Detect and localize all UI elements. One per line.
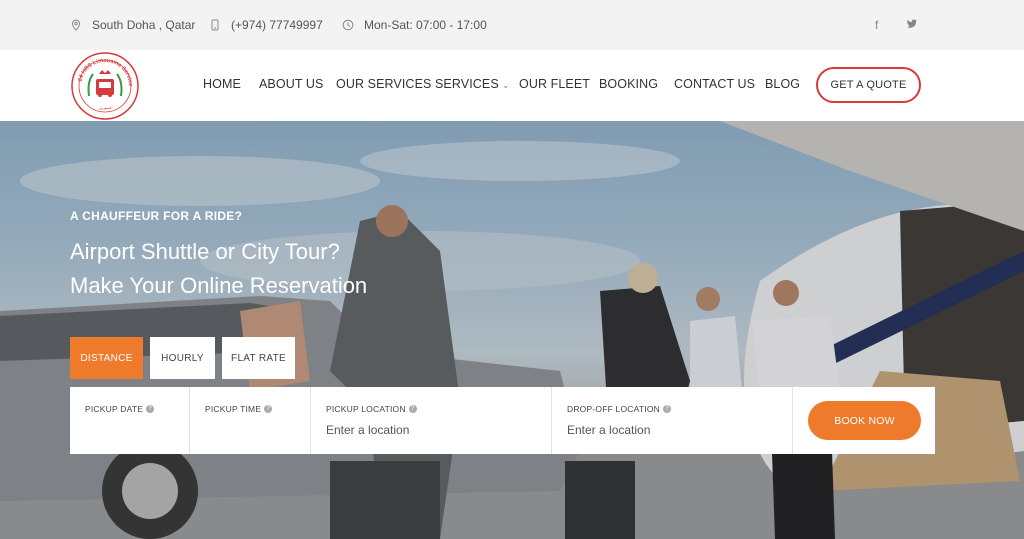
pickup-time-field[interactable]: PICKUP TIME? bbox=[190, 387, 311, 454]
tab-hourly[interactable]: HOURLY bbox=[150, 337, 215, 379]
location-info: South Doha , Qatar bbox=[70, 18, 195, 32]
hero-section: A CHAUFFEUR FOR A RIDE? Airport Shuttle … bbox=[0, 121, 1024, 539]
site-header: 24 HRS Limousine Service ليموزين HOME AB… bbox=[0, 50, 1024, 121]
top-info-bar: South Doha , Qatar (+974) 77749997 Mon-S… bbox=[0, 0, 1024, 50]
pickup-location-input[interactable]: Enter a location bbox=[326, 423, 409, 437]
hero-overlay bbox=[0, 121, 1024, 539]
brand-logo[interactable]: 24 HRS Limousine Service ليموزين bbox=[69, 52, 141, 120]
tab-distance[interactable]: DISTANCE bbox=[70, 337, 143, 379]
twitter-icon[interactable] bbox=[906, 18, 918, 33]
nav-contact-us[interactable]: CONTACT US bbox=[674, 77, 755, 91]
hero-headline-2: Make Your Online Reservation bbox=[70, 273, 368, 298]
pickup-time-label: PICKUP TIME? bbox=[205, 404, 273, 414]
pickup-location-label: PICKUP LOCATION? bbox=[326, 404, 417, 414]
nav-booking[interactable]: BOOKING bbox=[599, 77, 658, 91]
dropoff-location-field[interactable]: DROP-OFF LOCATION? Enter a location bbox=[552, 387, 793, 454]
get-a-quote-button[interactable]: GET A QUOTE bbox=[816, 67, 921, 103]
nav-our-fleet[interactable]: OUR FLEET bbox=[519, 77, 590, 91]
nav-services[interactable]: SERVICES ⌄ bbox=[435, 77, 509, 91]
chevron-down-icon: ⌄ bbox=[502, 81, 510, 90]
phone-info[interactable]: (+974) 77749997 bbox=[209, 18, 323, 32]
pickup-date-field[interactable]: PICKUP DATE? bbox=[70, 387, 190, 454]
help-icon: ? bbox=[146, 405, 155, 413]
nav-about-us[interactable]: ABOUT US bbox=[259, 77, 323, 91]
dropoff-location-input[interactable]: Enter a location bbox=[567, 423, 650, 437]
help-icon: ? bbox=[408, 405, 417, 413]
hero-eyebrow: A CHAUFFEUR FOR A RIDE? bbox=[70, 209, 243, 223]
phone-icon bbox=[211, 19, 219, 31]
clock-icon bbox=[342, 19, 354, 31]
location-text: South Doha , Qatar bbox=[92, 18, 196, 32]
booking-form: PICKUP DATE? PICKUP TIME? PICKUP LOCATIO… bbox=[70, 387, 935, 454]
facebook-icon[interactable]: f bbox=[875, 18, 878, 32]
phone-text[interactable]: (+974) 77749997 bbox=[231, 18, 323, 32]
hours-info: Mon-Sat: 07:00 - 17:00 bbox=[342, 18, 487, 32]
help-icon: ? bbox=[662, 405, 671, 413]
map-pin-icon bbox=[71, 19, 81, 31]
hero-headline-1: Airport Shuttle or City Tour? bbox=[70, 239, 340, 264]
tab-flat-rate[interactable]: FLAT RATE bbox=[222, 337, 295, 379]
nav-our-services[interactable]: OUR SERVICES bbox=[336, 77, 431, 91]
hours-text: Mon-Sat: 07:00 - 17:00 bbox=[364, 18, 487, 32]
dropoff-location-label: DROP-OFF LOCATION? bbox=[567, 404, 671, 414]
pickup-location-field[interactable]: PICKUP LOCATION? Enter a location bbox=[311, 387, 552, 454]
nav-blog[interactable]: BLOG bbox=[765, 77, 800, 91]
pickup-date-label: PICKUP DATE? bbox=[85, 404, 155, 414]
svg-text:ليموزين: ليموزين bbox=[99, 105, 112, 110]
nav-home[interactable]: HOME bbox=[203, 77, 241, 91]
help-icon: ? bbox=[264, 405, 273, 413]
book-now-button[interactable]: BOOK NOW bbox=[808, 401, 921, 440]
nav-services-label: SERVICES bbox=[435, 77, 499, 91]
